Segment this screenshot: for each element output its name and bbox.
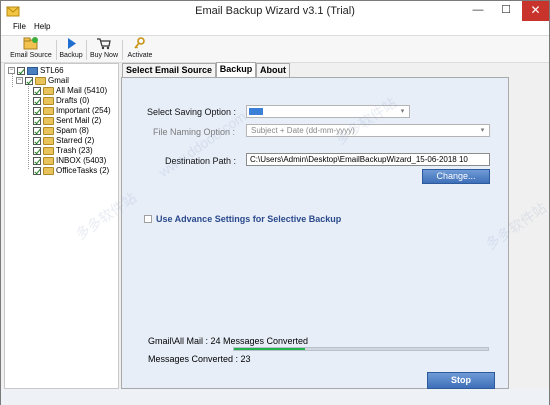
account-checkbox[interactable] bbox=[25, 76, 33, 85]
folder-checkbox[interactable] bbox=[33, 96, 41, 105]
buy-now-label: Buy Now bbox=[89, 52, 118, 59]
folder-checkbox[interactable] bbox=[33, 116, 41, 125]
progress-fill bbox=[234, 348, 306, 350]
folder-icon bbox=[43, 166, 54, 175]
toolbar-divider bbox=[56, 40, 57, 60]
folder-checkbox[interactable] bbox=[33, 136, 41, 145]
folder-label: Spam (8) bbox=[56, 126, 89, 135]
buy-now-button[interactable]: Buy Now bbox=[89, 37, 119, 63]
folder-icon bbox=[43, 146, 54, 155]
cart-icon bbox=[97, 38, 111, 50]
email-source-icon bbox=[23, 37, 38, 50]
email-source-label: Email Source bbox=[10, 52, 52, 59]
messages-converted-text: Messages Converted : 23 bbox=[148, 354, 251, 364]
folder-checkbox[interactable] bbox=[33, 86, 41, 95]
destination-path-input[interactable]: C:\Users\Admin\Desktop\EmailBackupWizard… bbox=[246, 153, 490, 166]
tab-backup[interactable]: Backup bbox=[216, 62, 256, 78]
folder-icon bbox=[43, 116, 54, 125]
close-button[interactable]: ✕ bbox=[522, 1, 549, 21]
advance-settings-checkbox[interactable] bbox=[144, 215, 152, 223]
change-button[interactable]: Change... bbox=[422, 169, 490, 184]
advance-settings-option[interactable]: Use Advance Settings for Selective Backu… bbox=[144, 214, 341, 224]
folder-label: All Mail (5410) bbox=[56, 86, 108, 95]
stop-button[interactable]: Stop bbox=[427, 372, 495, 389]
toolbar-divider bbox=[122, 40, 123, 60]
minimize-button[interactable]: — bbox=[465, 1, 491, 21]
title-bar: Email Backup Wizard v3.1 (Trial) — ☐ ✕ bbox=[1, 1, 549, 21]
account-folder-icon bbox=[35, 76, 46, 85]
backup-play-icon bbox=[68, 38, 76, 49]
backup-button[interactable]: Backup bbox=[59, 37, 83, 63]
tree-folder-row[interactable]: OfficeTasks (2) bbox=[33, 165, 109, 176]
maximize-button[interactable]: ☐ bbox=[493, 1, 519, 21]
root-checkbox[interactable] bbox=[17, 66, 25, 75]
folder-checkbox[interactable] bbox=[33, 146, 41, 155]
folder-checkbox[interactable] bbox=[33, 166, 41, 175]
chevron-down-icon: ▾ bbox=[480, 127, 485, 134]
folder-icon bbox=[43, 136, 54, 145]
email-source-button[interactable]: Email Source bbox=[9, 37, 53, 63]
folder-icon bbox=[43, 86, 54, 95]
tab-about[interactable]: About bbox=[256, 63, 290, 77]
folder-checkbox[interactable] bbox=[33, 106, 41, 115]
folder-checkbox[interactable] bbox=[33, 156, 41, 165]
menu-file[interactable]: File bbox=[13, 22, 26, 31]
tree-root-label: STL66 bbox=[40, 66, 64, 75]
activate-label: Activate bbox=[127, 52, 153, 59]
folder-label: INBOX (5403) bbox=[56, 156, 107, 165]
menu-bar: File Help bbox=[1, 21, 549, 35]
collapse-toggle-icon[interactable]: − bbox=[16, 77, 23, 84]
folder-icon bbox=[43, 96, 54, 105]
computer-icon bbox=[27, 66, 38, 75]
folder-label: OfficeTasks (2) bbox=[56, 166, 110, 175]
conversion-status-text: Gmail\All Mail : 24 Messages Converted bbox=[148, 336, 309, 346]
folder-label: Starred (2) bbox=[56, 136, 95, 145]
folder-icon bbox=[43, 156, 54, 165]
tree-guide-line bbox=[28, 84, 29, 169]
key-icon bbox=[134, 37, 145, 49]
conversion-progress-bar bbox=[233, 347, 489, 351]
app-window: Email Backup Wizard v3.1 (Trial) — ☐ ✕ F… bbox=[0, 0, 550, 405]
status-strip bbox=[1, 389, 549, 405]
advance-settings-label: Use Advance Settings for Selective Backu… bbox=[156, 214, 342, 224]
toolbar: Email Source Backup Buy Now Activate bbox=[1, 35, 549, 63]
saving-option-label: Select Saving Option : bbox=[147, 107, 237, 117]
selected-format-chip bbox=[249, 108, 263, 115]
collapse-toggle-icon[interactable]: − bbox=[8, 67, 15, 74]
menu-help[interactable]: Help bbox=[34, 22, 50, 31]
folder-label: Important (254) bbox=[56, 106, 111, 115]
folder-checkbox[interactable] bbox=[33, 126, 41, 135]
folder-icon bbox=[43, 126, 54, 135]
folder-label: Sent Mail (2) bbox=[56, 116, 102, 125]
folder-icon bbox=[43, 106, 54, 115]
folder-label: Trash (23) bbox=[56, 146, 93, 155]
backup-label: Backup bbox=[59, 52, 83, 59]
folder-label: Drafts (0) bbox=[56, 96, 90, 105]
toolbar-divider bbox=[86, 40, 87, 60]
activate-button[interactable]: Activate bbox=[125, 37, 155, 63]
tree-account-label: Gmail bbox=[48, 76, 69, 85]
tab-select-email-source[interactable]: Select Email Source bbox=[122, 63, 216, 77]
